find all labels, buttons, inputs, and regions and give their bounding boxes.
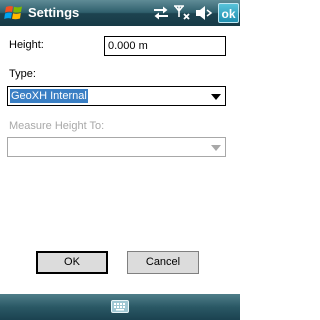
- titlebar-ok-button[interactable]: ok: [218, 3, 239, 23]
- ok-button[interactable]: OK: [36, 251, 108, 274]
- height-input[interactable]: 0.000 m: [104, 36, 226, 56]
- title-bar: Settings ok: [0, 0, 240, 26]
- type-dropdown[interactable]: GeoXH Internal: [7, 86, 226, 106]
- type-label: Type:: [9, 68, 36, 80]
- no-signal-icon[interactable]: [173, 4, 191, 22]
- window-title: Settings: [28, 5, 80, 20]
- height-label: Height:: [9, 39, 44, 51]
- cancel-button[interactable]: Cancel: [127, 251, 199, 274]
- measure-height-dropdown: [7, 137, 226, 157]
- sync-icon[interactable]: [152, 5, 170, 21]
- type-selected-value: GeoXH Internal: [10, 89, 88, 103]
- keyboard-icon[interactable]: [111, 300, 129, 313]
- windows-start-icon[interactable]: [4, 3, 24, 23]
- chevron-down-icon[interactable]: [211, 94, 221, 100]
- chevron-down-icon: [211, 145, 221, 151]
- measure-height-label: Measure Height To:: [9, 120, 105, 132]
- volume-off-icon[interactable]: [195, 5, 213, 21]
- bottom-bar: [0, 294, 240, 320]
